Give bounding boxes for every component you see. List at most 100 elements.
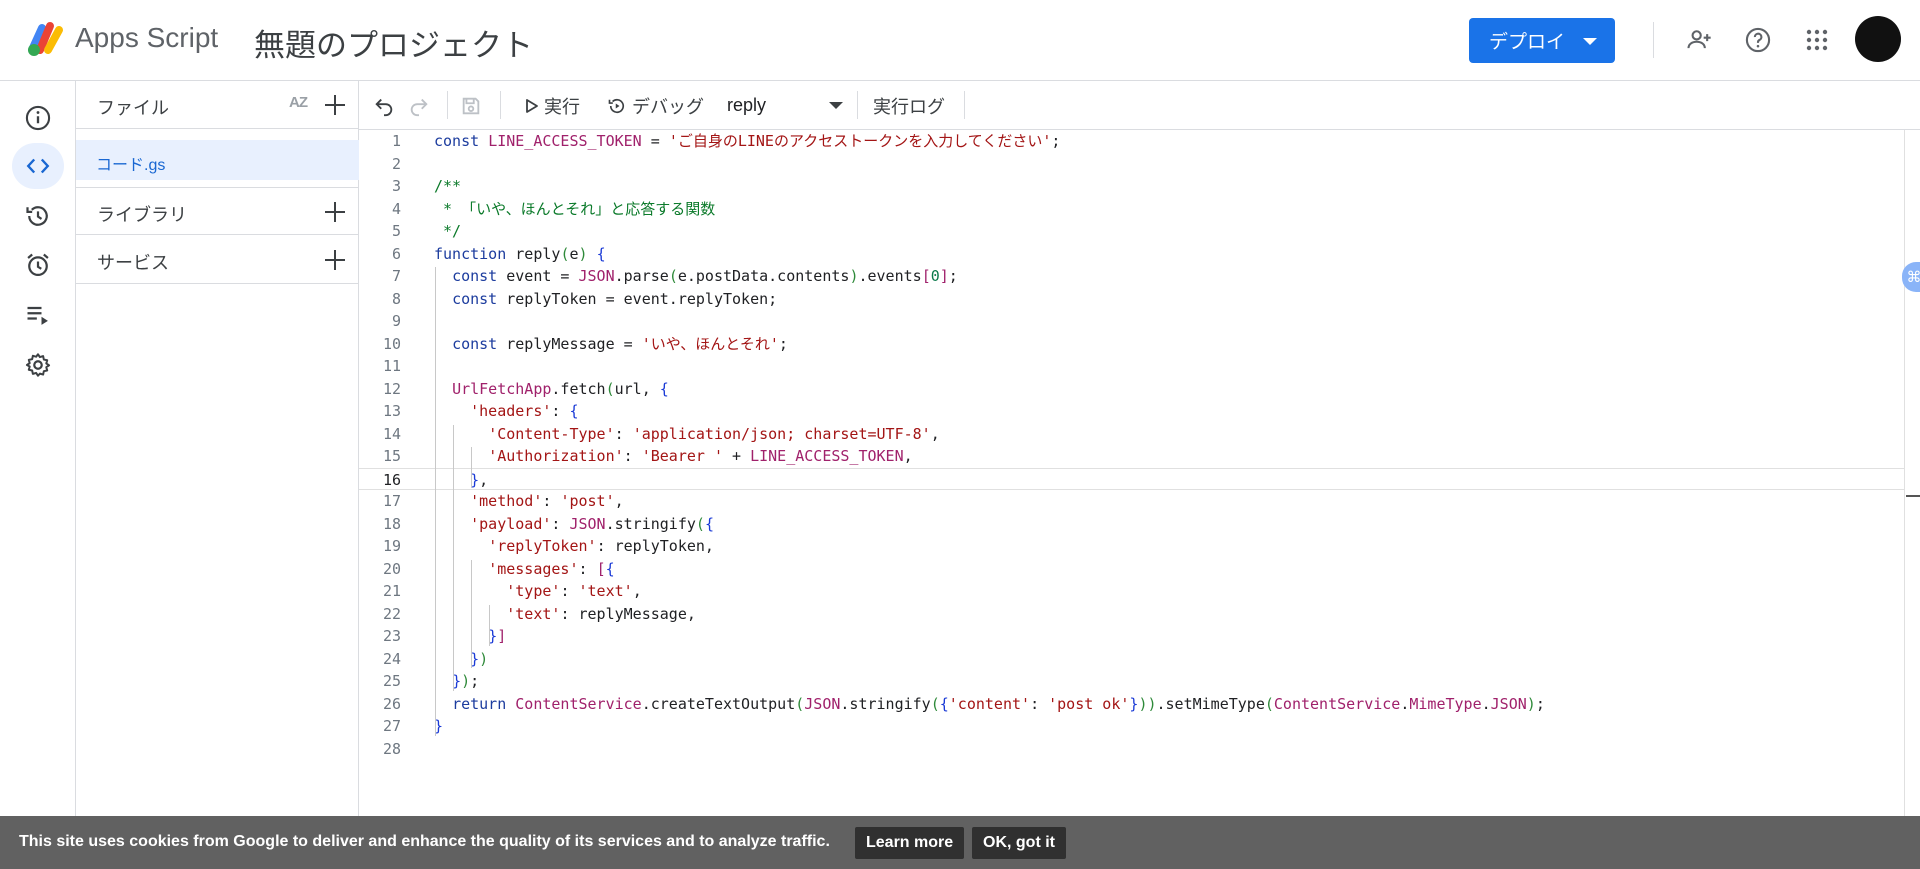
ok-got-it-button[interactable]: OK, got it [972,827,1066,859]
cookie-text: This site uses cookies from Google to de… [19,833,830,850]
file-item-label: コード.gs [96,157,166,174]
code-text: }] [488,627,507,645]
services-row: サービス [76,236,359,284]
code-line[interactable]: 10 const replyMessage = 'いや、ほんとそれ'; [359,333,1904,356]
code-line[interactable]: 4 * 「いや、ほんとそれ」と応答する関数 [359,198,1904,221]
code-line[interactable]: 12 UrlFetchApp.fetch(url, { [359,378,1904,401]
code-line[interactable]: 22 'text': replyMessage, [359,603,1904,626]
code-text: 'method': 'post', [470,492,624,510]
services-label: サービス [97,253,169,273]
learn-more-button[interactable]: Learn more [855,827,965,859]
cookie-banner: This site uses cookies from Google to de… [0,816,1920,869]
line-number: 19 [382,537,401,555]
project-title[interactable]: 無題のプロジェクト [254,20,533,65]
line-number: 6 [391,244,401,263]
code-line[interactable]: 20 'messages': [{ [359,558,1904,581]
code-line[interactable]: 6 function reply(e) { [359,243,1904,266]
files-label: ファイル [97,98,169,118]
code-text: const LINE_ACCESS_TOKEN = 'ご自身のLINEのアクセス… [434,132,1061,150]
line-number: 7 [391,267,401,285]
code-line[interactable]: 9 [359,310,1904,333]
rail-editor[interactable] [12,143,64,189]
code-text: function reply(e) { [434,244,606,263]
indent-guide [489,604,491,646]
add-person-icon[interactable] [1681,22,1717,58]
save-icon[interactable] [458,93,484,119]
add-file-plus-icon[interactable] [323,93,347,117]
rail-overview[interactable] [12,95,64,141]
help-icon[interactable] [1740,22,1776,58]
execution-log-label: 実行ログ [873,97,945,117]
line-number: 13 [382,402,401,420]
code-text: 'payload': JSON.stringify({ [470,514,714,533]
chevron-down-icon [1583,38,1597,45]
line-number: 16 [382,470,401,489]
files-header: ファイル AZ [76,81,359,129]
line-number: 27 [382,717,401,735]
alarm-icon [27,253,49,277]
info-icon [25,105,51,131]
file-item-code-gs[interactable]: コード.gs [76,140,359,180]
redo-icon[interactable] [406,93,432,119]
scroll-position-marker [1906,495,1920,497]
code-line[interactable]: 5 */ [359,220,1904,243]
rail-history[interactable] [12,193,64,239]
run-button[interactable]: 実行 [525,93,580,119]
code-line[interactable]: 18 'payload': JSON.stringify({ [359,513,1904,536]
line-number: 12 [382,379,401,398]
code-line[interactable]: 8 const replyToken = event.replyToken; [359,288,1904,311]
code-line[interactable]: 11 [359,355,1904,378]
header-divider [1653,22,1654,58]
code-line[interactable]: 27} [359,715,1904,738]
code-text: * 「いや、ほんとそれ」と応答する関数 [434,199,716,218]
sort-az-icon[interactable]: AZ [289,94,308,111]
deploy-button[interactable]: デプロイ [1469,18,1615,63]
top-bar: Apps Script 無題のプロジェクト デプロイ [0,0,1920,81]
code-editor[interactable]: 1 const LINE_ACCESS_TOKEN = 'ご自身のLINEのアクセ… [359,130,1904,816]
line-number: 5 [391,222,401,240]
debug-button[interactable]: デバッグ [607,93,704,119]
code-line[interactable]: 3 /** [359,175,1904,198]
rail-settings[interactable] [12,342,64,388]
code-line[interactable]: 2 [359,153,1904,176]
code-line[interactable]: 7 const event = JSON.parse(e.postData.co… [359,265,1904,288]
function-select[interactable]: reply [727,93,847,119]
indent-guide [453,424,455,691]
toolbar-divider [857,91,858,119]
code-line[interactable]: 16 }, [359,467,1904,490]
line-number: 3 [391,177,401,195]
line-number: 24 [382,649,401,668]
line-number: 1 [391,132,401,150]
execution-log-button[interactable]: 実行ログ [873,93,945,119]
code-line[interactable]: 25 }); [359,670,1904,693]
line-number: 21 [382,582,401,600]
code-text: /** [434,177,462,195]
list-play-icon [27,306,48,325]
line-number: 15 [382,447,401,465]
code-line[interactable]: 23 }] [359,625,1904,648]
code-line[interactable]: 26 return ContentService.createTextOutpu… [359,693,1904,716]
code-line[interactable]: 24 }) [359,648,1904,671]
code-line[interactable]: 21 'type': 'text', [359,580,1904,603]
apps-grid-icon[interactable] [1799,22,1835,58]
rail-triggers[interactable] [12,242,64,288]
editor-scrollbar[interactable] [1904,130,1920,816]
libraries-row: ライブラリ [76,187,359,235]
add-library-plus-icon[interactable] [323,200,347,224]
code-line[interactable]: 28 [359,738,1904,761]
code-text: const replyToken = event.replyToken; [452,289,778,308]
code-line[interactable]: 13 'headers': { [359,400,1904,423]
code-line[interactable]: 17 'method': 'post', [359,490,1904,513]
code-line[interactable]: 1 const LINE_ACCESS_TOKEN = 'ご自身のLINEのアクセ… [359,130,1904,153]
code-line[interactable]: 14 'Content-Type': 'application/json; ch… [359,423,1904,446]
code-line[interactable]: 19 'replyToken': replyToken, [359,535,1904,558]
rail-executions[interactable] [12,292,64,338]
code-text: 'type': 'text', [506,582,642,600]
code-line[interactable]: 15 'Authorization': 'Bearer ' + LINE_ACC… [359,445,1904,468]
add-service-plus-icon[interactable] [323,248,347,272]
apps-script-logo[interactable] [26,20,66,58]
avatar[interactable] [1855,16,1901,62]
indent-guide [471,559,473,668]
toolbar-divider [964,91,965,119]
undo-icon[interactable] [371,93,397,119]
